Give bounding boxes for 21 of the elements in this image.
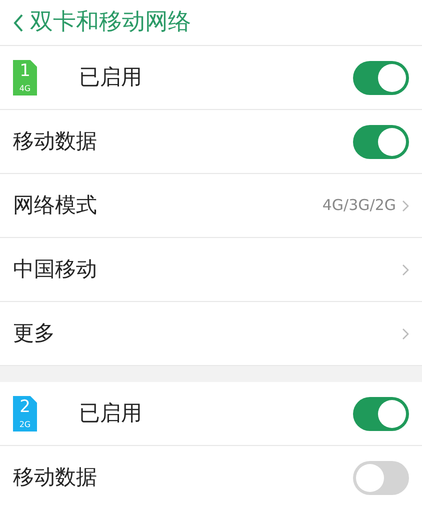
toggle-switch[interactable] [353, 461, 409, 495]
setting-value: 4G/3G/2G [322, 195, 396, 216]
sim-card-icon: 2 2G [13, 396, 37, 432]
sim-card-icon: 1 4G [13, 60, 37, 96]
page-title: 双卡和移动网络 [30, 8, 191, 38]
setting-label: 已启用 [79, 400, 142, 427]
chevron-icon [402, 200, 409, 212]
toggle-switch[interactable] [353, 60, 409, 94]
setting-label: 更多 [13, 320, 55, 347]
settings-row[interactable]: 网络模式 4G/3G/2G [0, 174, 422, 238]
chevron-icon [402, 264, 409, 276]
setting-label: 移动数据 [13, 464, 97, 492]
toggle-switch[interactable] [353, 396, 409, 430]
setting-label: 中国移动 [13, 256, 97, 283]
toggle-switch[interactable] [353, 124, 409, 158]
setting-label: 网络模式 [13, 192, 97, 219]
chevron-icon [402, 328, 409, 340]
settings-row[interactable]: 中国移动 [0, 238, 422, 302]
setting-label: 已启用 [79, 64, 142, 91]
setting-label: 移动数据 [13, 128, 97, 155]
back-button[interactable] [12, 12, 24, 32]
